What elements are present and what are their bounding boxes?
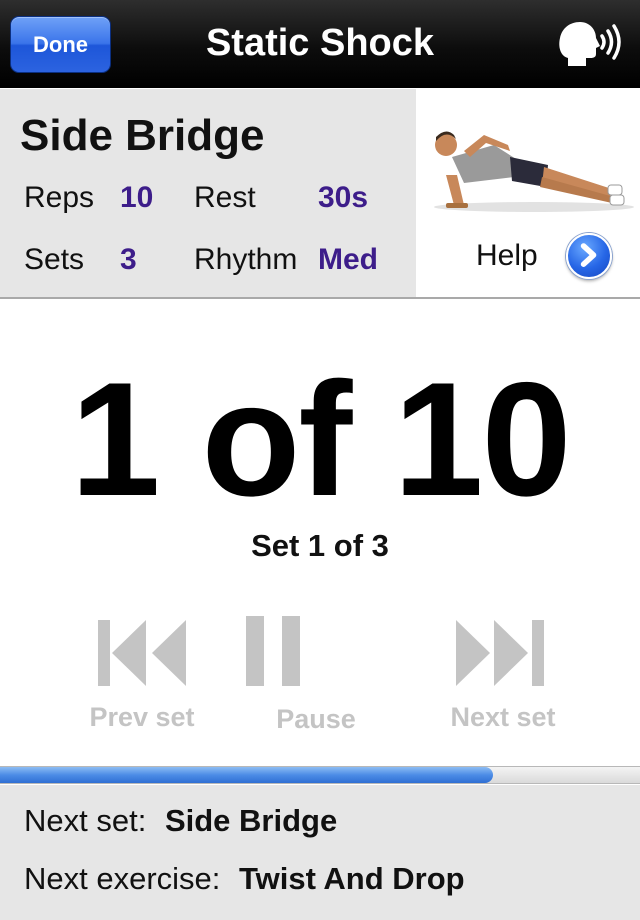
exercise-name: Side Bridge	[20, 111, 265, 160]
next-exercise-name: Twist And Drop	[239, 861, 465, 896]
set-counter: Set 1 of 3	[251, 528, 389, 563]
nav-bar: Done Static Shock	[0, 0, 640, 88]
next-set-caption: Next set:	[24, 803, 147, 838]
skip-forward-icon	[456, 620, 544, 686]
pause-button[interactable]: Pause	[226, 612, 406, 752]
help-label[interactable]: Help	[476, 239, 538, 273]
sets-value: 3	[120, 243, 137, 276]
rest-label: Rest	[194, 181, 256, 214]
exercise-info-panel: Side Bridge Reps 10 Rest 30s Sets 3 Rhyt…	[0, 89, 640, 299]
pause-label: Pause	[276, 704, 356, 734]
rest-value: 30s	[318, 181, 369, 214]
sets-label: Sets	[24, 243, 85, 276]
prev-set-label: Prev set	[89, 702, 195, 732]
next-set-button[interactable]: Next set	[414, 612, 594, 752]
next-exercise-row: Next exercise: Twist And Drop	[24, 861, 465, 897]
reps-value: 10	[120, 181, 154, 214]
rhythm-label: Rhythm	[194, 243, 298, 276]
speaking-head-icon[interactable]	[556, 18, 626, 70]
page-title: Static Shock	[205, 22, 435, 64]
help-disclosure-button[interactable]	[566, 233, 612, 279]
skip-back-icon	[98, 620, 186, 686]
workout-progress-bar	[0, 766, 640, 784]
rep-counter: 1 of 10	[70, 349, 571, 530]
next-set-row: Next set: Side Bridge	[24, 803, 337, 839]
next-exercise-caption: Next exercise:	[24, 861, 221, 896]
pause-icon	[246, 616, 300, 686]
exercise-image-area[interactable]: Help	[416, 89, 640, 297]
upcoming-panel: Next set: Side Bridge Next exercise: Twi…	[0, 785, 640, 920]
reps-label: Reps	[24, 181, 95, 214]
done-button[interactable]: Done	[10, 16, 111, 73]
next-set-label: Next set	[450, 702, 556, 732]
side-bridge-illustration	[434, 131, 634, 212]
prev-set-button[interactable]: Prev set	[52, 612, 232, 752]
rhythm-value: Med	[318, 243, 378, 276]
chevron-right-icon	[580, 243, 597, 267]
progress-fill	[0, 767, 493, 783]
next-set-exercise: Side Bridge	[164, 803, 338, 838]
